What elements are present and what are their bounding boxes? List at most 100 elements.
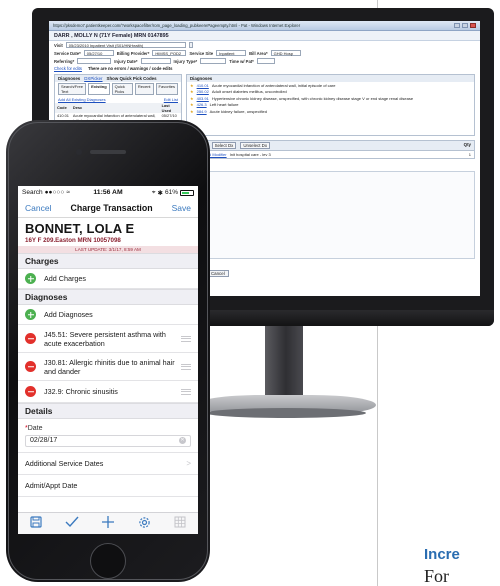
- front-camera-icon: [76, 149, 82, 155]
- select-dx-button[interactable]: Select Dx: [211, 142, 237, 149]
- close-window-button[interactable]: [470, 23, 476, 28]
- tab-search-free-text[interactable]: Search/Free Text: [58, 83, 87, 95]
- reorder-handle-icon[interactable]: [181, 388, 191, 395]
- settings-gear-icon[interactable]: [138, 516, 151, 532]
- reorder-handle-icon[interactable]: [181, 335, 191, 342]
- billing-provider-select[interactable]: HIMSS_POD2: [152, 50, 187, 56]
- diagnosis-code[interactable]: 250.02: [197, 89, 209, 94]
- window-controls: [454, 23, 476, 28]
- qty-header: Qty: [463, 142, 471, 147]
- desktop-cancel-button[interactable]: Cancel: [207, 270, 229, 277]
- add-charges-label: Add Charges: [44, 274, 86, 283]
- diagnoses-section-header: Diagnoses: [18, 289, 198, 305]
- injury-date-label: Injury Date*: [114, 58, 138, 64]
- add-charges-row[interactable]: Add Charges: [18, 269, 198, 289]
- diagnosis-picker-heading: Diagnoses: [58, 76, 81, 81]
- visit-dropdown-arrow[interactable]: [188, 42, 193, 48]
- list-item[interactable]: J30.81: Allergic rhinitis due to animal …: [18, 353, 198, 381]
- charge-description: Init hospital care - lev 3: [229, 152, 271, 157]
- charge-row[interactable]: 99223 Add Modifier Init hospital care - …: [186, 151, 475, 159]
- time-with-patient-input[interactable]: [256, 58, 275, 64]
- diagnosis-picker-tabs: Search/Free Text Existing Quick Picks Re…: [55, 82, 181, 96]
- diagnosis-code[interactable]: 403.91: [197, 96, 209, 101]
- injury-date-input[interactable]: [140, 58, 171, 64]
- admit-appt-date-row[interactable]: Admit/Appt Date: [18, 475, 198, 497]
- edits-bar: Check for edits There are no errors / wa…: [49, 65, 480, 72]
- maximize-button[interactable]: [462, 23, 468, 28]
- clear-icon[interactable]: ✕: [179, 437, 186, 444]
- cancel-button[interactable]: Cancel: [25, 203, 51, 213]
- diagnosis-code[interactable]: 584.9: [197, 109, 207, 114]
- details-section-header: Details: [18, 403, 198, 419]
- list-item[interactable]: ★ 584.9 Acute kidney failure, unspecifie…: [187, 108, 474, 115]
- tab-quick-picks[interactable]: Quick Picks: [111, 83, 133, 95]
- show-quick-pick-checkbox[interactable]: Show Quick Pick Codes: [107, 76, 157, 81]
- notes-area[interactable]: [205, 171, 475, 259]
- add-existing-link[interactable]: Add All Existing Diagnoses: [58, 97, 106, 102]
- diagnosis-description: Acute myocardial infarction of anterolat…: [211, 82, 336, 88]
- tab-recent[interactable]: Recent: [134, 83, 154, 95]
- navigation-bar: Cancel Charge Transaction Save: [18, 199, 198, 218]
- injury-type-select[interactable]: [200, 58, 227, 64]
- date-label-text: Date: [27, 424, 43, 432]
- favorite-star-icon[interactable]: ★: [190, 89, 194, 94]
- remove-icon[interactable]: [25, 386, 36, 397]
- page-title: Charge Transaction: [70, 203, 153, 213]
- favorite-star-icon[interactable]: ★: [190, 102, 194, 107]
- earpiece-speaker: [90, 150, 126, 154]
- save-icon[interactable]: [30, 516, 42, 531]
- edit-list-link[interactable]: Edit List: [164, 97, 178, 102]
- favorite-star-icon[interactable]: ★: [190, 96, 194, 101]
- charge-quantity[interactable]: 1: [469, 152, 471, 157]
- browser-title-bar: https://pksdemo7.patientkeeper.com/?work…: [49, 21, 480, 31]
- referring-select[interactable]: [77, 58, 112, 64]
- additional-service-dates-row[interactable]: Additional Service Dates >: [18, 453, 198, 475]
- date-label: *Date: [25, 425, 191, 432]
- bottom-toolbar: [18, 512, 198, 534]
- add-diagnoses-row[interactable]: Add Diagnoses: [18, 305, 198, 325]
- diagnosis-code[interactable]: 410.01: [197, 83, 209, 88]
- remove-icon[interactable]: [25, 361, 36, 372]
- patient-name: BONNET, LOLA E: [25, 221, 135, 236]
- date-input[interactable]: 02/28/17 ✕: [25, 434, 191, 447]
- referring-row: Referring* Injury Date* Injury Type* Tim…: [49, 57, 480, 65]
- service-site-select[interactable]: Inpatient: [216, 50, 247, 56]
- patient-details: 16Y F 209.Easton MRN 10057098: [25, 237, 121, 244]
- table-header-row: Code Desc Last Used: [55, 102, 181, 113]
- home-button[interactable]: [90, 543, 126, 579]
- reorder-handle-icon[interactable]: [181, 363, 191, 370]
- patient-header: BONNET, LOLA E 16Y F 209.Easton MRN 1005…: [18, 218, 198, 244]
- tab-existing[interactable]: Existing: [88, 83, 110, 95]
- status-bar: Search ●●○○○ ≈ 11:56 AM ⌖ ✱ 61%: [18, 186, 198, 199]
- save-button[interactable]: Save: [172, 203, 191, 213]
- add-icon[interactable]: [25, 273, 36, 284]
- diagnosis-code[interactable]: 426.3: [197, 102, 207, 107]
- table-header: Last Used: [159, 102, 181, 113]
- table-header: Code: [55, 102, 71, 113]
- check-edits-link[interactable]: Check for edits: [54, 66, 82, 71]
- list-item[interactable]: J32.9: Chronic sinusitis: [18, 381, 198, 403]
- smartphone: Search ●●○○○ ≈ 11:56 AM ⌖ ✱ 61% Cancel C…: [6, 120, 210, 582]
- checkmark-icon[interactable]: [65, 516, 79, 531]
- remove-icon[interactable]: [25, 333, 36, 344]
- chevron-right-icon: >: [186, 459, 191, 468]
- plus-icon[interactable]: [102, 516, 115, 531]
- page-heading: Incre: [424, 546, 460, 563]
- minimize-button[interactable]: [454, 23, 460, 28]
- injury-type-label: Injury Type*: [173, 58, 198, 64]
- favorite-star-icon[interactable]: ★: [190, 83, 194, 88]
- dx-picker-link[interactable]: DXPicker: [84, 76, 102, 81]
- unselect-dx-button[interactable]: Unselect Dx: [240, 142, 271, 149]
- grid-icon[interactable]: [174, 516, 186, 531]
- service-date-label: Service Date*: [54, 50, 81, 56]
- visit-select[interactable]: 05/23/2010 Inpatient Visit (S01/HNHealth…: [65, 42, 186, 48]
- diagnosis-description: Acute kidney failure, unspecified: [209, 108, 267, 114]
- browser-url: https://pksdemo7.patientkeeper.com/?work…: [53, 23, 301, 28]
- tab-favorites[interactable]: Favorites: [155, 83, 178, 95]
- favorite-star-icon[interactable]: ★: [190, 109, 194, 114]
- phone-screen: Search ●●○○○ ≈ 11:56 AM ⌖ ✱ 61% Cancel C…: [18, 186, 198, 534]
- service-date-input[interactable]: 05/27/10: [83, 50, 114, 56]
- add-icon[interactable]: [25, 309, 36, 320]
- bill-area-select[interactable]: GHD Hosp: [270, 50, 301, 56]
- list-item[interactable]: J45.51: Severe persistent asthma with ac…: [18, 325, 198, 353]
